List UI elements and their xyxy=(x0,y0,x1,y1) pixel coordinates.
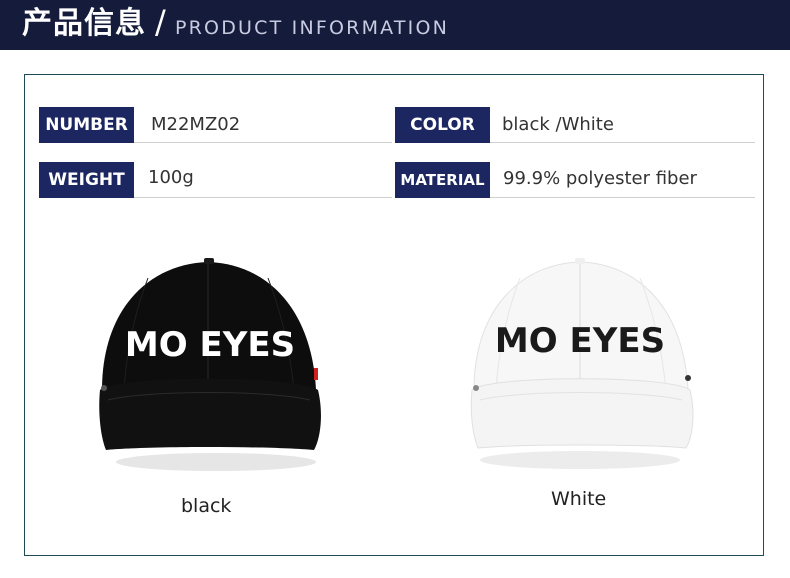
header-title-cn: 产品信息 xyxy=(22,6,146,41)
black-caption: black xyxy=(181,495,232,517)
color-rule xyxy=(490,142,755,143)
material-value: 99.9% polyester fiber xyxy=(503,168,697,189)
black-cap-logo: MO EYES xyxy=(125,325,295,365)
header-bar: 产品信息 / PRODUCT INFORMATION xyxy=(0,0,790,50)
header-separator: / xyxy=(155,3,166,41)
color-label: COLOR xyxy=(395,107,490,143)
weight-rule xyxy=(134,197,392,198)
color-value: black /White xyxy=(502,114,614,135)
material-label: MATERIAL xyxy=(395,162,490,198)
weight-label: WEIGHT xyxy=(39,162,134,198)
number-rule xyxy=(134,142,392,143)
black-cap-image: MO EYES xyxy=(99,258,321,471)
header-title-en: PRODUCT INFORMATION xyxy=(175,17,450,39)
number-value: M22MZ02 xyxy=(151,114,241,135)
weight-value: 100g xyxy=(148,167,194,188)
white-cap-logo: MO EYES xyxy=(495,321,665,361)
white-cap-image: MO EYES xyxy=(470,258,694,469)
number-label: NUMBER xyxy=(39,107,134,143)
white-caption: White xyxy=(551,488,607,510)
material-rule xyxy=(490,197,755,198)
